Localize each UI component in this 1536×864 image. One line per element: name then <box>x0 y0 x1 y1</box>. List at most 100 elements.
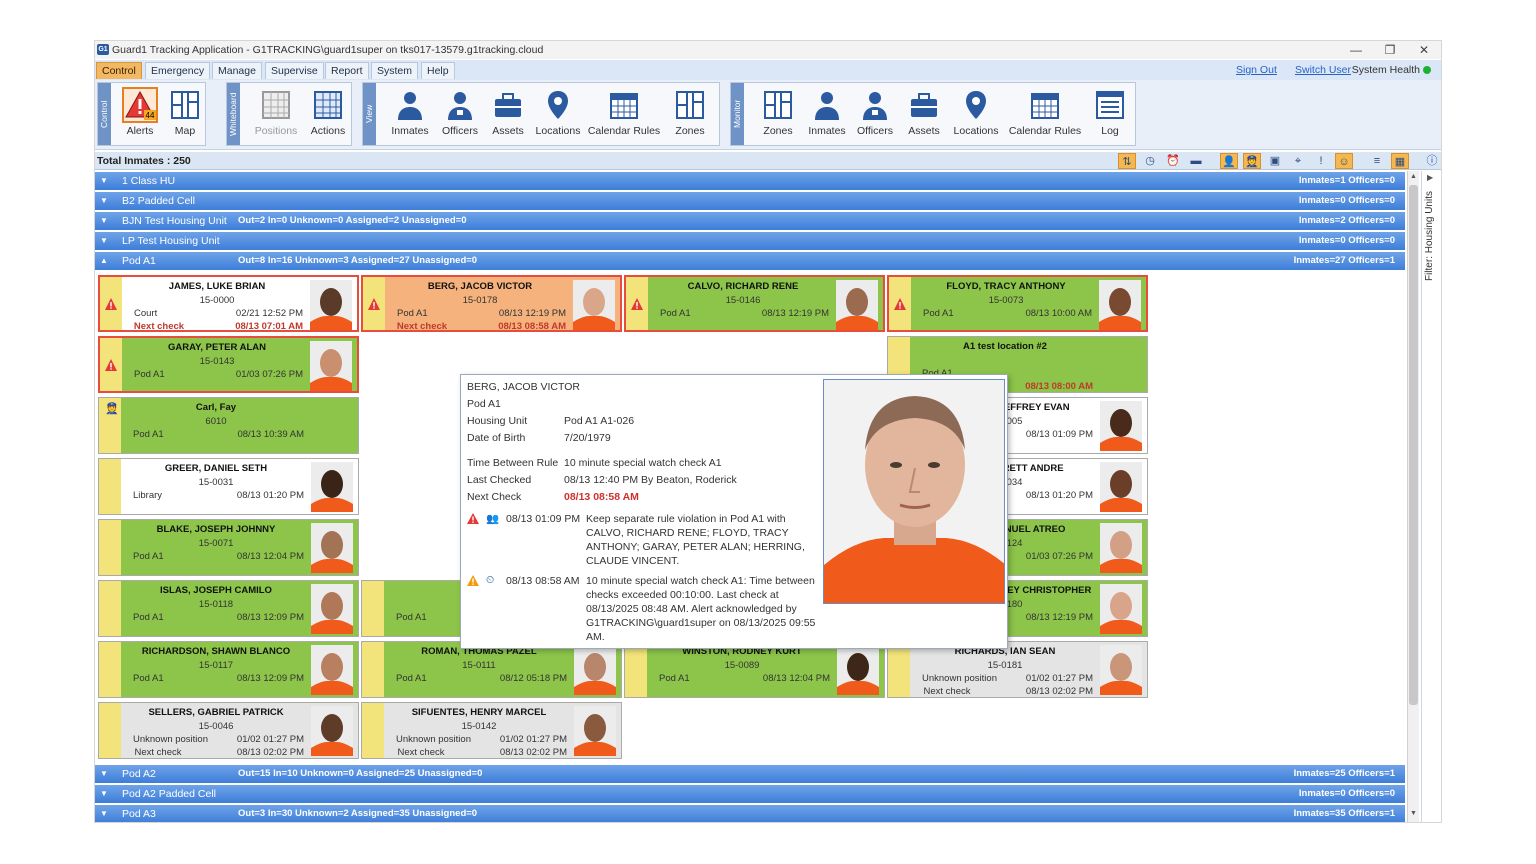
housing-unit-row[interactable]: ▼ BJN Test Housing Unit Out=2 In=0 Unknown… <box>95 212 1405 230</box>
housing-unit-counts: Out=8 In=16 Unknown=3 Assigned=27 Unassi… <box>238 255 478 266</box>
housing-unit-row[interactable]: ▼ B2 Padded Cell Inmates=0 Officers=0 <box>95 192 1405 210</box>
view-assets-button[interactable]: Assets <box>485 86 531 142</box>
view-officers-button[interactable]: Officers <box>437 86 483 142</box>
tile-view-icon[interactable]: ▦ <box>1391 153 1409 169</box>
inmate-card[interactable]: SIFUENTES, HENRY MARCEL 15-0142 Unknown po… <box>361 702 622 759</box>
zones-map-icon <box>762 89 794 121</box>
view-calendar-rules-button[interactable]: Calendar Rules <box>587 86 661 142</box>
housing-unit-row[interactable]: ▼ Pod A2 Padded Cell Inmates=0 Officers=0 <box>95 785 1405 803</box>
expand-toggle-icon[interactable]: ▼ <box>98 192 110 210</box>
scroll-thumb[interactable] <box>1409 185 1418 705</box>
expand-toggle-icon[interactable]: ▼ <box>98 212 110 230</box>
monitor-calendar-rules-button[interactable]: Calendar Rules <box>1007 86 1083 142</box>
clock-icon[interactable]: ◷ <box>1141 153 1159 169</box>
alarm-icon[interactable]: ⏰ <box>1164 153 1182 169</box>
bed-icon[interactable]: ▬ <box>1187 153 1205 169</box>
monitor-locations-button[interactable]: Locations <box>949 86 1003 142</box>
inmate-card[interactable]: ISLAS, JOSEPH CAMILO 15-0118 Pod A1 08/13 1… <box>98 580 359 637</box>
menu-supervise[interactable]: Supervise <box>265 62 324 79</box>
menu-emergency[interactable]: Emergency <box>145 62 211 79</box>
monitor-assets-label: Assets <box>908 125 940 137</box>
status-strip <box>99 520 121 575</box>
housing-unit-row[interactable]: ▼ Pod A2 Out=15 In=10 Unknown=0 Assigned=2… <box>95 765 1405 783</box>
expand-toggle-icon[interactable]: ▲ <box>98 252 110 270</box>
inmate-id: 15-0111 <box>462 660 496 671</box>
inmate-card[interactable]: CALVO, RICHARD RENE 15-0146 Pod A1 08/13 12… <box>624 275 885 332</box>
monitor-officers-button[interactable]: Officers <box>851 86 899 142</box>
inmate-id: 15-0071 <box>198 538 234 549</box>
housing-unit-row[interactable]: ▼ LP Test Housing Unit Inmates=0 Officers=… <box>95 232 1405 250</box>
inmate-card[interactable]: FLOYD, TRACY ANTHONY 15-0073 Pod A1 08/13 1… <box>887 275 1148 332</box>
filter-sidebar[interactable]: ▶ Filter: Housing Units <box>1421 171 1441 822</box>
monitor-assets-button[interactable]: Assets <box>901 86 947 142</box>
view-inmates-button[interactable]: Inmates <box>387 86 433 142</box>
filter-assets-icon[interactable]: ▣ <box>1266 153 1284 169</box>
minimize-icon[interactable]: — <box>1339 41 1373 59</box>
inmate-card[interactable]: JAMES, LUKE BRIAN 15-0000 Court 02/21 12:52… <box>98 275 359 332</box>
positions-button[interactable]: Positions <box>250 86 302 142</box>
inmate-card[interactable]: BERG, JACOB VICTOR 15-0178 Pod A1 08/13 12:… <box>361 275 622 332</box>
inmate-card[interactable]: GARAY, PETER ALAN 15-0143 Pod A1 01/03 07:2… <box>98 336 359 393</box>
sort-icon[interactable]: ⇅ <box>1118 153 1136 169</box>
filter-officers-icon[interactable]: 👮 <box>1243 153 1261 169</box>
inmate-location: Pod A1 <box>396 673 427 684</box>
expand-toggle-icon[interactable]: ▼ <box>98 172 110 190</box>
popup-tbr-label: Time Between Rule <box>467 457 559 469</box>
switch-user-link[interactable]: Switch User <box>1295 64 1351 76</box>
inmate-location: Pod A1 <box>133 673 164 684</box>
inmate-card[interactable]: 👮 Carl, Fay 6010 Pod A1 08/13 10:39 AM <box>98 397 359 454</box>
alerts-badge: 44 <box>146 111 155 120</box>
inmate-card[interactable]: RICHARDS, IAN SEAN 15-0181 Unknown positio… <box>887 641 1148 698</box>
vertical-scrollbar[interactable]: ▲ ▼ <box>1407 171 1419 822</box>
expand-toggle-icon[interactable]: ▼ <box>98 785 110 803</box>
housing-unit-row[interactable]: ▼ 1 Class HU Inmates=1 Officers=0 <box>95 172 1405 190</box>
info-icon[interactable]: ⓘ <box>1423 153 1441 169</box>
monitor-calendar-rules-label: Calendar Rules <box>1008 125 1082 137</box>
filter-inmates-icon[interactable]: 👤 <box>1220 153 1238 169</box>
monitor-inmates-button[interactable]: Inmates <box>803 86 851 142</box>
map-button[interactable]: Map <box>168 86 202 142</box>
close-icon[interactable]: ✕ <box>1407 41 1441 59</box>
view-locations-button[interactable]: Locations <box>533 86 583 142</box>
scroll-up-icon[interactable]: ▲ <box>1409 173 1418 183</box>
last-check-time: 08/13 12:19 PM <box>1025 612 1093 623</box>
menu-report[interactable]: Report <box>325 62 369 79</box>
list-view-icon[interactable]: ≡ <box>1368 153 1386 169</box>
inmate-card[interactable]: SELLERS, GABRIEL PATRICK 15-0046 Unknown p… <box>98 702 359 759</box>
housing-unit-row[interactable]: ▼ Pod A3 Out=3 In=30 Unknown=2 Assigned=35… <box>95 805 1405 822</box>
inmate-photo <box>1100 523 1142 573</box>
monitor-zones-button[interactable]: Zones <box>755 86 801 142</box>
inmate-card[interactable]: BLAKE, JOSEPH JOHNNY 15-0071 Pod A1 08/13 1… <box>98 519 359 576</box>
inmate-card[interactable]: RICHARDSON, SHAWN BLANCO 15-0117 Pod A1 08/… <box>98 641 359 698</box>
expand-toggle-icon[interactable]: ▼ <box>98 805 110 822</box>
alerts-button[interactable]: 44 Alerts <box>120 86 160 142</box>
inmate-detail-popup: BERG, JACOB VICTOR Pod A1 Housing Unit P… <box>460 374 1008 649</box>
alert-triangle-icon <box>105 359 117 371</box>
restore-icon[interactable]: ❐ <box>1373 41 1407 59</box>
expand-toggle-icon[interactable]: ▼ <box>98 765 110 783</box>
menu-system[interactable]: System <box>371 62 419 79</box>
actions-button[interactable]: Actions <box>307 86 349 142</box>
view-zones-button[interactable]: Zones <box>667 86 713 142</box>
inmate-person-icon <box>394 89 426 121</box>
sign-out-link[interactable]: Sign Out <box>1236 64 1277 76</box>
filter-locations-icon[interactable]: ⌖ <box>1289 153 1307 169</box>
app-logo-icon: G1 <box>97 44 109 55</box>
filter-alerts-icon[interactable]: ! <box>1312 153 1330 169</box>
sidebar-expand-icon[interactable]: ▶ <box>1427 173 1433 182</box>
monitor-log-button[interactable]: Log <box>1091 86 1129 142</box>
status-strip <box>362 703 384 758</box>
menu-help[interactable]: Help <box>421 62 455 79</box>
inmate-photo <box>573 280 615 330</box>
housing-unit-row[interactable]: ▲ Pod A1 Out=8 In=16 Unknown=3 Assigned=27… <box>95 252 1405 270</box>
menu-manage[interactable]: Manage <box>212 62 262 79</box>
inmate-card[interactable]: WINSTON, RODNEY KURT 15-0089 Pod A1 08/13 1… <box>624 641 885 698</box>
system-health-status[interactable]: System Health <box>1352 64 1431 76</box>
inmate-card[interactable]: GREER, DANIEL SETH 15-0031 Library 08/13 01… <box>98 458 359 515</box>
scroll-down-icon[interactable]: ▼ <box>1409 810 1418 820</box>
next-check-label: Next check <box>923 686 971 697</box>
photo-view-icon[interactable]: ☺ <box>1335 153 1353 169</box>
inmate-card[interactable]: ROMAN, THOMAS PAZEL 15-0111 Pod A1 08/12 05… <box>361 641 622 698</box>
menu-control[interactable]: Control <box>96 62 142 79</box>
expand-toggle-icon[interactable]: ▼ <box>98 232 110 250</box>
